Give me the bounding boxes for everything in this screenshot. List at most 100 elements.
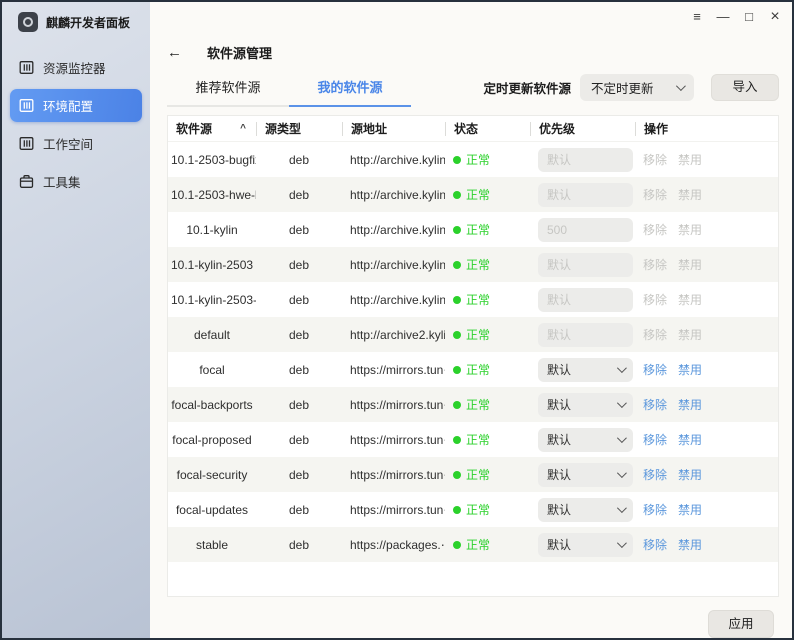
main-area: ≡ — □ × ← 软件源管理 推荐软件源 我的软件源 定时更新软件源 不定时更… — [150, 2, 792, 638]
table-row: focal deb https://mirrors.tun⋯ 正常 默认 移除 … — [168, 352, 778, 387]
priority-select: 默认 — [538, 183, 633, 207]
priority-select: 默认 — [538, 148, 633, 172]
priority-select[interactable]: 默认 — [538, 498, 633, 522]
priority-cell: 默认 — [530, 533, 635, 557]
source-name-cell: focal-proposed — [168, 433, 256, 447]
actions-cell: 移除 禁用 — [635, 536, 778, 553]
import-button[interactable]: 导入 — [711, 74, 779, 101]
priority-cell: 默认 — [530, 358, 635, 382]
source-type-cell: deb — [256, 433, 342, 447]
status-dot-icon — [453, 541, 461, 549]
source-url-cell: https://mirrors.tun⋯ — [342, 433, 445, 447]
status-text: 正常 — [466, 431, 490, 448]
page-header: ← 软件源管理 — [167, 41, 779, 63]
table-row: focal-proposed deb https://mirrors.tun⋯ … — [168, 422, 778, 457]
priority-value: 默认 — [547, 466, 571, 483]
status-text: 正常 — [466, 221, 490, 238]
window-minimize-icon[interactable]: — — [710, 9, 736, 24]
priority-value: 默认 — [547, 326, 571, 343]
toolbox-icon — [19, 174, 34, 189]
app-logo-icon — [18, 12, 38, 32]
tab-recommended-sources[interactable]: 推荐软件源 — [167, 77, 289, 107]
table-row: default deb http://archive2.kyli⋯ 正常 默认 … — [168, 317, 778, 352]
status-dot-icon — [453, 191, 461, 199]
table-row: focal-backports deb https://mirrors.tun⋯… — [168, 387, 778, 422]
actions-cell: 移除 禁用 — [635, 256, 778, 273]
status-dot-icon — [453, 296, 461, 304]
chevron-down-icon — [617, 363, 627, 373]
source-status-cell: 正常 — [445, 536, 530, 553]
table-row: 10.1-2503-bugfix-li⋯ deb http://archive.… — [168, 142, 778, 177]
sidebar-item-toolbox[interactable]: 工具集 — [10, 165, 142, 198]
source-name-cell: 10.1-kylin-2503-hwe — [168, 293, 256, 307]
window-menu-icon[interactable]: ≡ — [684, 9, 710, 24]
chevron-down-icon — [617, 503, 627, 513]
chevron-down-icon — [617, 398, 627, 408]
apply-button[interactable]: 应用 — [708, 610, 774, 638]
source-status-cell: 正常 — [445, 291, 530, 308]
column-header-url: 源地址 — [342, 122, 445, 136]
priority-value: 默认 — [547, 431, 571, 448]
sidebar-item-environment-config[interactable]: 环境配置 — [10, 89, 142, 122]
schedule-select[interactable]: 不定时更新 — [580, 74, 694, 101]
source-url-cell: http://archive.kylin⋯ — [342, 293, 445, 307]
actions-cell: 移除 禁用 — [635, 151, 778, 168]
remove-link: 移除 — [643, 291, 667, 308]
disable-link[interactable]: 禁用 — [678, 501, 702, 518]
disable-link: 禁用 — [678, 326, 702, 343]
window-maximize-icon[interactable]: □ — [736, 9, 762, 24]
source-url-cell: https://mirrors.tun⋯ — [342, 468, 445, 482]
priority-value: 默认 — [547, 361, 571, 378]
remove-link[interactable]: 移除 — [643, 361, 667, 378]
back-icon[interactable]: ← — [167, 44, 193, 61]
source-name-cell: focal-updates — [168, 503, 256, 517]
column-header-status: 状态 — [445, 122, 530, 136]
status-text: 正常 — [466, 291, 490, 308]
source-status-cell: 正常 — [445, 431, 530, 448]
tab-bar: 推荐软件源 我的软件源 — [167, 77, 411, 107]
disable-link[interactable]: 禁用 — [678, 396, 702, 413]
tab-my-sources[interactable]: 我的软件源 — [289, 77, 411, 107]
priority-cell: 默认 — [530, 253, 635, 277]
priority-value: 默认 — [547, 501, 571, 518]
priority-select[interactable]: 默认 — [538, 428, 633, 452]
toolbar: 推荐软件源 我的软件源 定时更新软件源 不定时更新 导入 — [167, 69, 779, 107]
priority-select: 默认 — [538, 288, 633, 312]
disable-link[interactable]: 禁用 — [678, 361, 702, 378]
page-title: 软件源管理 — [207, 43, 272, 62]
disable-link[interactable]: 禁用 — [678, 431, 702, 448]
table-row: focal-updates deb https://mirrors.tun⋯ 正… — [168, 492, 778, 527]
priority-select: 默认 — [538, 323, 633, 347]
schedule-select-value: 不定时更新 — [591, 78, 654, 97]
priority-value: 500 — [547, 223, 567, 237]
disable-link[interactable]: 禁用 — [678, 536, 702, 553]
priority-value: 默认 — [547, 396, 571, 413]
priority-select[interactable]: 默认 — [538, 533, 633, 557]
source-url-cell: https://mirrors.tun⋯ — [342, 363, 445, 377]
status-dot-icon — [453, 401, 461, 409]
actions-cell: 移除 禁用 — [635, 361, 778, 378]
source-url-cell: http://archive.kylin⋯ — [342, 223, 445, 237]
sidebar-item-workspace[interactable]: 工作空间 — [10, 127, 142, 160]
priority-select[interactable]: 默认 — [538, 463, 633, 487]
disable-link[interactable]: 禁用 — [678, 466, 702, 483]
table-row: focal-security deb https://mirrors.tun⋯ … — [168, 457, 778, 492]
window-close-icon[interactable]: × — [762, 10, 788, 23]
column-header-source[interactable]: 软件源 ^ — [168, 122, 256, 136]
priority-select[interactable]: 默认 — [538, 393, 633, 417]
table-row: 10.1-kylin-2503-hwe deb http://archive.k… — [168, 282, 778, 317]
remove-link[interactable]: 移除 — [643, 536, 667, 553]
remove-link[interactable]: 移除 — [643, 501, 667, 518]
source-name-cell: 10.1-kylin — [168, 223, 256, 237]
sidebar-item-resource-monitor[interactable]: 资源监控器 — [10, 51, 142, 84]
remove-link[interactable]: 移除 — [643, 431, 667, 448]
status-dot-icon — [453, 331, 461, 339]
sidebar-item-label: 工具集 — [43, 172, 81, 191]
environment-config-icon — [19, 98, 34, 113]
priority-select[interactable]: 默认 — [538, 358, 633, 382]
remove-link[interactable]: 移除 — [643, 466, 667, 483]
remove-link[interactable]: 移除 — [643, 396, 667, 413]
actions-cell: 移除 禁用 — [635, 326, 778, 343]
sort-ascending-icon[interactable]: ^ — [240, 123, 246, 134]
disable-link: 禁用 — [678, 186, 702, 203]
